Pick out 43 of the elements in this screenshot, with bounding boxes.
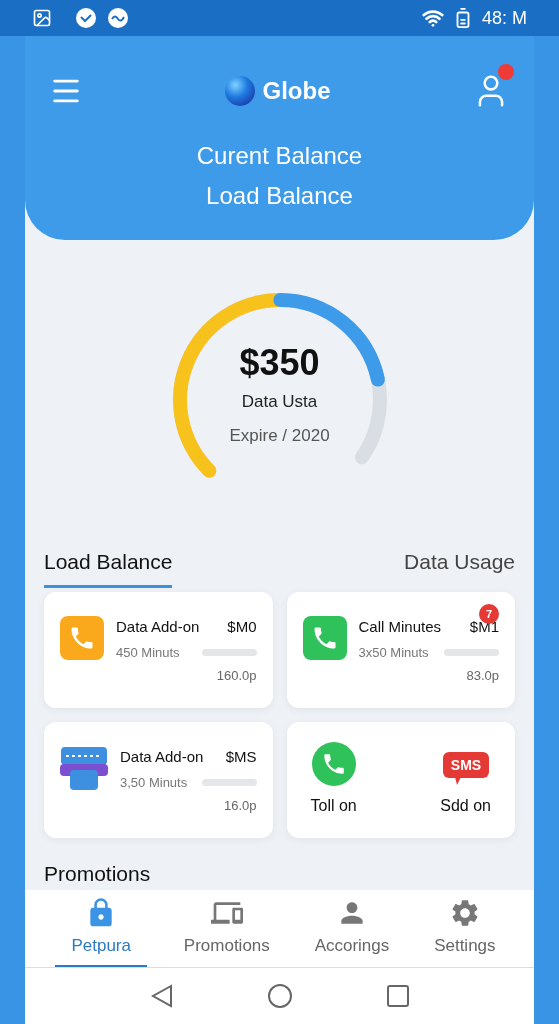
usage-bar <box>201 778 257 786</box>
status-time: 48: M <box>481 6 527 30</box>
wifi-icon <box>421 7 444 29</box>
tab[interactable]: Load Balance <box>44 545 173 588</box>
nav-item[interactable]: Settings <box>426 890 504 967</box>
balance-heading: Curent Balance <box>196 141 363 171</box>
card-detail: 3,50 Minuts <box>120 773 188 792</box>
card-amount: 160.0p <box>216 667 257 685</box>
brand-name: Globe <box>262 76 331 106</box>
usage-bar <box>444 648 499 656</box>
balance-card[interactable]: 7 Call Minutes $M1 3x50 Minuts 83.0p <box>286 592 515 708</box>
quick-action[interactable]: SMS Sdd on <box>440 752 491 818</box>
section-title: Promotions <box>44 862 151 885</box>
phone-icon <box>311 742 356 786</box>
card-title: Data Add-on <box>116 617 200 637</box>
card-price: $M0 <box>227 617 257 637</box>
phone-icon <box>302 616 347 660</box>
quick-action[interactable]: Toll on <box>310 742 357 818</box>
nav-item[interactable]: Promotions <box>175 890 278 967</box>
card-detail: 450 Minuts <box>116 643 180 662</box>
card-price: $MS <box>225 747 257 767</box>
balance-card[interactable]: Data Add-on $MS 3,50 Minuts 16.0p <box>44 722 273 838</box>
chat-icon <box>108 8 128 28</box>
layers-icon <box>60 746 108 792</box>
card-title: Data Add-on <box>120 747 204 767</box>
image-icon <box>32 8 52 28</box>
usage-bar <box>201 648 257 656</box>
recents-icon[interactable] <box>386 985 409 1007</box>
balance-heading: Load Balance <box>206 181 353 211</box>
phone-icon <box>60 616 104 660</box>
expiry-text: Expire / 2020 <box>229 424 330 447</box>
card-amount: 16.0p <box>223 797 257 815</box>
balance-card[interactable]: Data Add-on $M0 450 Minuts 160.0p <box>44 592 273 708</box>
card-title: Call Minutes <box>358 617 442 637</box>
gauge-label: Data Usta <box>241 391 318 413</box>
balance-amount: $350 <box>239 341 320 385</box>
nav-item[interactable]: Accorings <box>306 890 398 967</box>
tab[interactable]: Data Usage <box>404 545 515 588</box>
card-amount: 83.0p <box>466 667 499 685</box>
globe-logo-icon <box>224 75 257 107</box>
home-icon[interactable] <box>267 984 292 1008</box>
card-detail: 3x50 Minuts <box>358 643 429 662</box>
back-icon[interactable] <box>150 984 173 1008</box>
